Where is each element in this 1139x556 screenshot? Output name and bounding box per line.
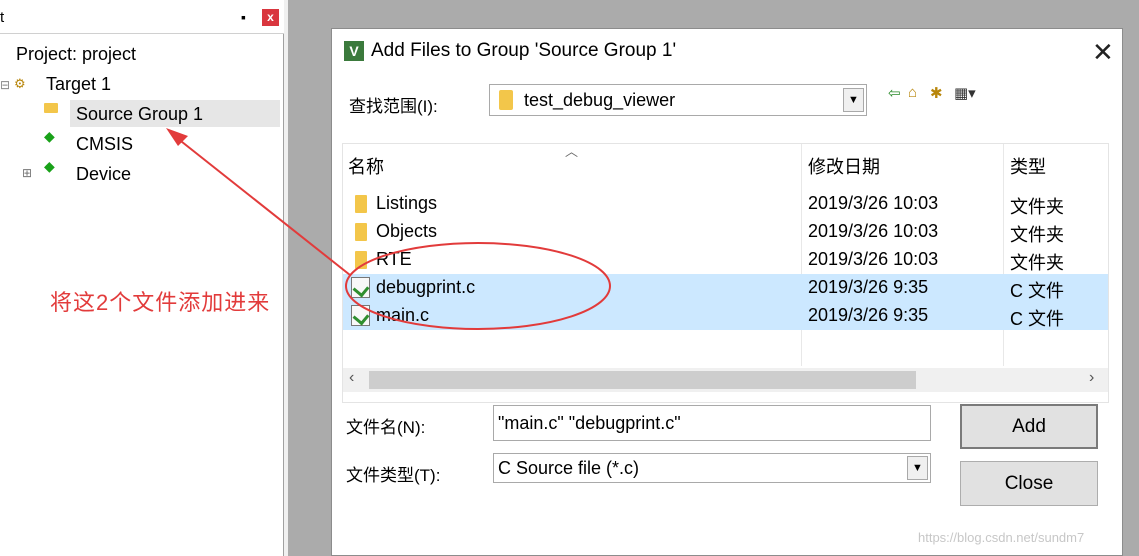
file-date: 2019/3/26 9:35 bbox=[808, 305, 929, 325]
file-type: C 文件 bbox=[1010, 309, 1064, 329]
splitter[interactable] bbox=[284, 0, 288, 556]
file-date: 2019/3/26 9:35 bbox=[808, 277, 929, 297]
look-in-value: test_debug_viewer bbox=[524, 90, 676, 110]
tree-device[interactable]: Device bbox=[76, 160, 131, 188]
folder-icon bbox=[355, 195, 367, 213]
file-date: 2019/3/26 10:03 bbox=[808, 221, 939, 241]
column-header-date[interactable]: 修改日期 bbox=[808, 153, 880, 179]
annotation-text: 将这2个文件添加进来 bbox=[50, 290, 271, 315]
keil-app-icon: V bbox=[344, 41, 364, 61]
sort-up-icon: ︿ bbox=[565, 144, 579, 159]
file-name: Listings bbox=[376, 193, 438, 213]
look-in-dropdown[interactable]: test_debug_viewer ▼ bbox=[489, 84, 867, 116]
scroll-right-icon[interactable]: › bbox=[1089, 369, 1094, 387]
file-type: 文件夹 bbox=[1010, 225, 1064, 245]
tree-source-group[interactable]: Source Group 1 bbox=[76, 100, 203, 128]
panel-title: t bbox=[0, 9, 5, 26]
file-name: RTE bbox=[376, 249, 412, 269]
file-date: 2019/3/26 10:03 bbox=[808, 249, 939, 269]
scroll-left-icon[interactable]: ‹ bbox=[349, 369, 354, 387]
file-name: main.c bbox=[376, 305, 430, 325]
c-file-icon bbox=[351, 305, 370, 326]
c-file-icon bbox=[351, 277, 370, 298]
tree-cmsis[interactable]: CMSIS bbox=[76, 130, 133, 158]
folder-icon bbox=[499, 90, 513, 110]
file-name: Objects bbox=[376, 221, 438, 241]
tree-line-icon: ⊟ bbox=[0, 78, 11, 92]
device-diamond-icon: ◆ bbox=[44, 158, 55, 174]
close-button[interactable]: Close bbox=[960, 461, 1098, 506]
project-panel: t ▪ x Project: project ⊟ ⚙ Target 1 Sour… bbox=[0, 0, 284, 556]
back-icon[interactable]: ⇦ bbox=[888, 84, 901, 102]
chevron-down-icon[interactable]: ▼ bbox=[843, 88, 864, 112]
dialog-title: Add Files to Group 'Source Group 1' bbox=[371, 40, 677, 61]
filetype-value: C Source file (*.c) bbox=[498, 458, 640, 478]
filetype-dropdown[interactable]: C Source file (*.c) ▼ bbox=[493, 453, 931, 483]
file-row[interactable]: main.c 2019/3/26 9:35 C 文件 bbox=[343, 302, 1108, 330]
file-type: 文件夹 bbox=[1010, 253, 1064, 273]
close-icon[interactable]: ✕ bbox=[1092, 37, 1114, 68]
file-date: 2019/3/26 10:03 bbox=[808, 193, 939, 213]
up-folder-icon[interactable]: ⌂ bbox=[908, 84, 917, 101]
filename-label: 文件名(N): bbox=[346, 418, 426, 437]
chevron-down-icon[interactable]: ▼ bbox=[907, 456, 928, 480]
folder-icon bbox=[355, 223, 367, 241]
column-header-type[interactable]: 类型 bbox=[1010, 153, 1046, 179]
expand-icon[interactable]: ⊞ bbox=[22, 166, 32, 180]
tree-target[interactable]: Target 1 bbox=[46, 70, 111, 98]
add-button[interactable]: Add bbox=[960, 404, 1098, 449]
filename-input[interactable] bbox=[493, 405, 931, 441]
file-row[interactable]: Listings 2019/3/26 10:03 文件夹 bbox=[343, 190, 1108, 218]
cmsis-diamond-icon: ◆ bbox=[44, 128, 55, 144]
pin-icon[interactable]: ▪ bbox=[241, 9, 246, 25]
file-row[interactable]: Objects 2019/3/26 10:03 文件夹 bbox=[343, 218, 1108, 246]
add-files-dialog: V Add Files to Group 'Source Group 1' ✕ … bbox=[331, 28, 1123, 556]
scrollbar-thumb[interactable] bbox=[369, 371, 916, 389]
view-menu-icon[interactable]: ▦▾ bbox=[954, 84, 976, 102]
file-row[interactable]: debugprint.c 2019/3/26 9:35 C 文件 bbox=[343, 274, 1108, 302]
file-name: debugprint.c bbox=[376, 277, 476, 297]
filetype-label: 文件类型(T): bbox=[346, 466, 441, 485]
panel-header: t ▪ x bbox=[0, 0, 284, 34]
tree-project[interactable]: Project: project bbox=[16, 40, 136, 68]
horizontal-scrollbar[interactable]: ‹ › bbox=[343, 368, 1108, 392]
watermark: https://blog.csdn.net/sundm7 bbox=[918, 530, 1085, 545]
file-list[interactable]: ︿ 名称 修改日期 类型 Listings 2019/3/26 10:03 文件夹 O… bbox=[342, 143, 1109, 403]
look-in-label: 查找范围(I): bbox=[349, 97, 438, 116]
file-type: C 文件 bbox=[1010, 281, 1064, 301]
column-header-name[interactable]: 名称 bbox=[348, 153, 384, 179]
file-type: 文件夹 bbox=[1010, 197, 1064, 217]
file-row[interactable]: RTE 2019/3/26 10:03 文件夹 bbox=[343, 246, 1108, 274]
panel-close-button[interactable]: x bbox=[262, 9, 279, 26]
new-folder-icon[interactable]: ✱ bbox=[930, 84, 943, 102]
target-icon: ⚙ bbox=[14, 76, 26, 91]
folder-icon bbox=[44, 103, 58, 113]
folder-icon bbox=[355, 251, 367, 269]
